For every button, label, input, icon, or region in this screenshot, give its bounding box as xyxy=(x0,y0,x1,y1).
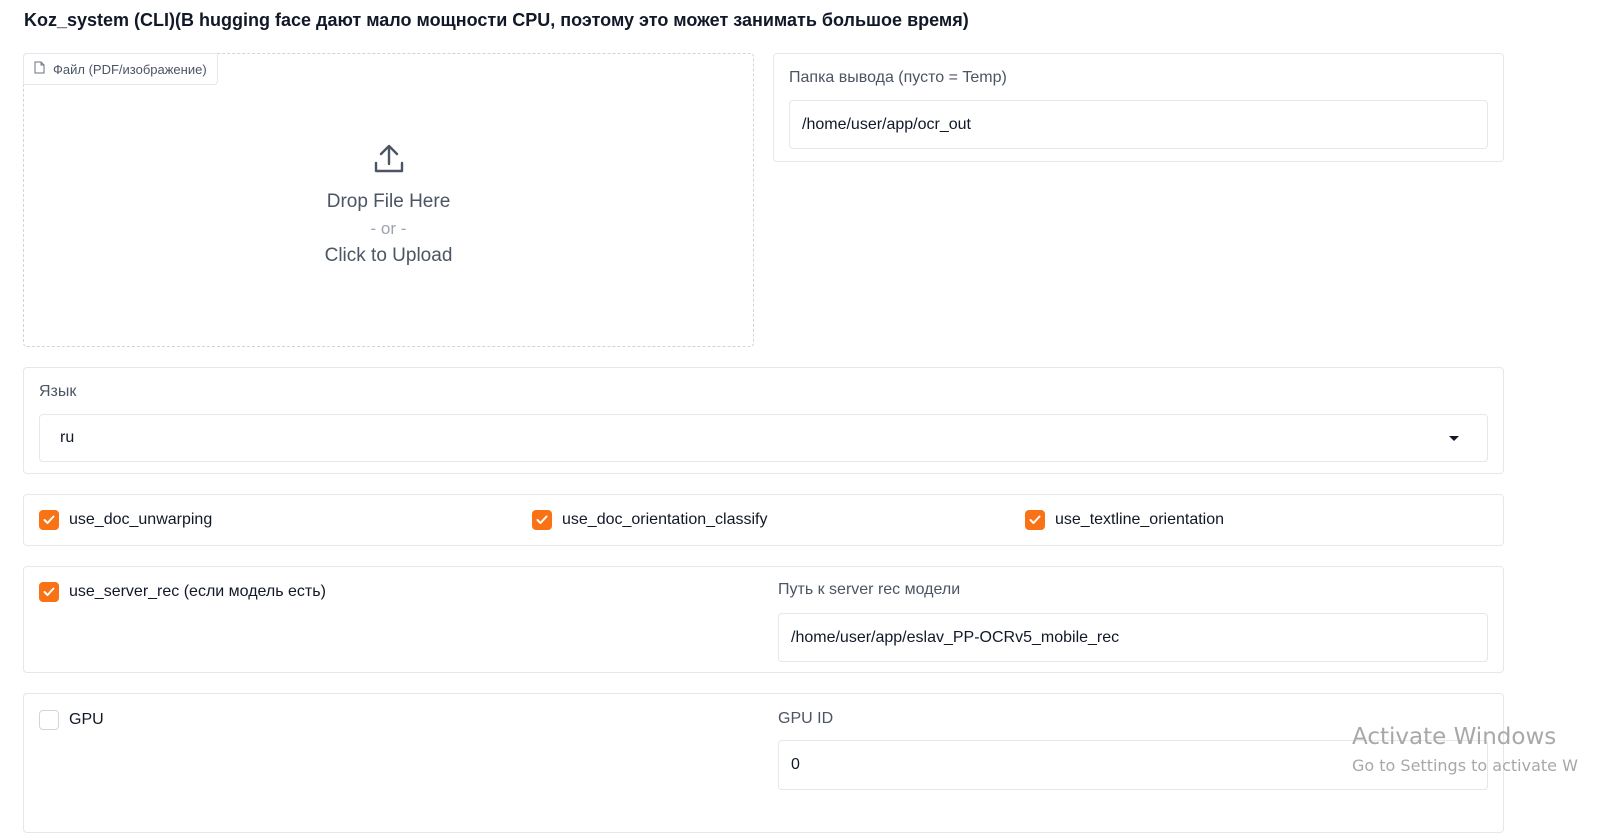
file-icon xyxy=(34,61,45,77)
server-rec-path-value: /home/user/app/eslav_PP-OCRv5_mobile_rec xyxy=(791,628,1120,646)
upload-area[interactable]: Drop File Here - or - Click to Upload xyxy=(24,142,753,267)
checkbox-checked-icon[interactable] xyxy=(39,582,59,602)
or-text: - or - xyxy=(370,219,407,238)
drop-file-text: Drop File Here xyxy=(326,191,451,212)
gpu-block: GPU GPU ID 0 xyxy=(23,693,1504,833)
file-upload-label-text: Файл (PDF/изображение) xyxy=(53,61,207,77)
options-block: use_doc_unwarping use_doc_orientation_cl… xyxy=(23,494,1504,546)
checkbox-use-doc-orientation-classify[interactable]: use_doc_orientation_classify xyxy=(532,510,767,530)
checkbox-gpu[interactable]: GPU xyxy=(39,710,104,730)
click-to-upload-text[interactable]: Click to Upload xyxy=(325,245,453,267)
checkbox-checked-icon[interactable] xyxy=(532,510,552,530)
gpu-id-value: 0 xyxy=(791,756,800,773)
page-title: Koz_system (CLI)(В hugging face дают мал… xyxy=(24,10,969,30)
chevron-down-icon xyxy=(1449,436,1459,441)
checkbox-label: use_server_rec (если модель есть) xyxy=(69,583,326,600)
checkbox-label: use_doc_orientation_classify xyxy=(562,511,768,528)
checkbox-label: use_doc_unwarping xyxy=(69,511,213,528)
checkbox-label: GPU xyxy=(69,711,104,728)
upload-icon xyxy=(372,142,406,181)
checkbox-use-textline-orientation[interactable]: use_textline_orientation xyxy=(1025,510,1224,530)
file-upload-dropzone[interactable]: Файл (PDF/изображение) Drop File Here - … xyxy=(23,53,754,347)
file-upload-label: Файл (PDF/изображение) xyxy=(23,53,218,85)
output-folder-input[interactable]: /home/user/app/ocr_out xyxy=(789,100,1488,149)
checkbox-use-doc-unwarping[interactable]: use_doc_unwarping xyxy=(39,510,212,530)
output-folder-block: Папка вывода (пусто = Temp) /home/user/a… xyxy=(773,53,1504,162)
language-selected-value: ru xyxy=(60,429,75,446)
language-block: Язык ru xyxy=(23,367,1504,474)
checkbox-unchecked-icon[interactable] xyxy=(39,710,59,730)
checkbox-checked-icon[interactable] xyxy=(39,510,59,530)
checkbox-use-server-rec[interactable]: use_server_rec (если модель есть) xyxy=(39,582,326,602)
language-label: Язык xyxy=(39,383,77,400)
watermark-line-2: Go to Settings to activate W xyxy=(1352,756,1578,775)
gpu-id-label: GPU ID xyxy=(778,710,834,727)
output-folder-label: Папка вывода (пусто = Temp) xyxy=(789,69,1007,86)
language-dropdown[interactable]: ru xyxy=(39,414,1488,462)
output-folder-value: /home/user/app/ocr_out xyxy=(802,115,971,133)
checkbox-label: use_textline_orientation xyxy=(1055,511,1225,528)
checkbox-checked-icon[interactable] xyxy=(1025,510,1045,530)
activate-windows-watermark: Activate Windows Go to Settings to activ… xyxy=(1352,724,1578,775)
server-rec-block: use_server_rec (если модель есть) Путь к… xyxy=(23,566,1504,673)
server-rec-path-input[interactable]: /home/user/app/eslav_PP-OCRv5_mobile_rec xyxy=(778,613,1488,662)
server-rec-path-label: Путь к server rec модели xyxy=(778,581,961,598)
watermark-line-1: Activate Windows xyxy=(1352,724,1557,750)
